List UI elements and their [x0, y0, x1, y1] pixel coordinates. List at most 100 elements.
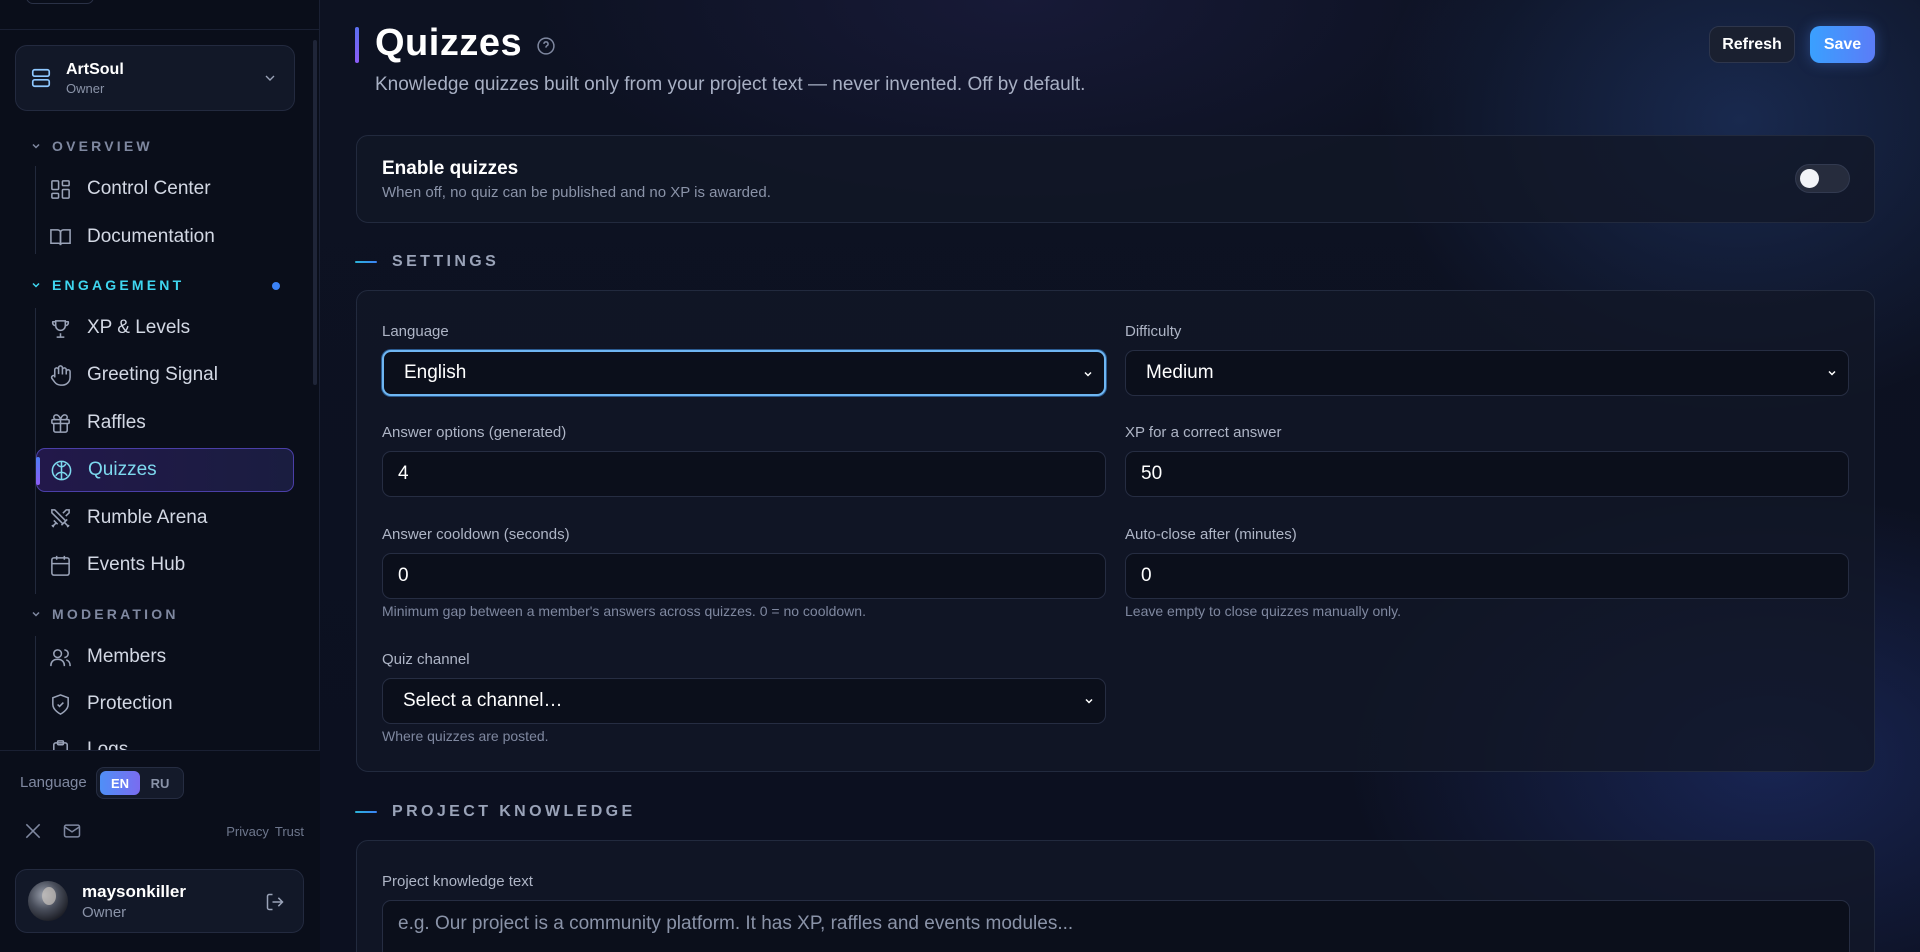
section-title: MODERATION	[52, 606, 179, 622]
page-title: Quizzes	[375, 22, 523, 64]
x-twitter-icon[interactable]	[23, 821, 43, 841]
sidebar-item-raffles[interactable]: Raffles	[36, 401, 294, 445]
knowledge-textarea[interactable]: e.g. Our project is a community platform…	[382, 900, 1850, 952]
sidebar-scrollbar[interactable]	[313, 40, 317, 385]
sidebar-item-label: Logs	[87, 739, 129, 750]
trust-link[interactable]: Trust	[275, 824, 304, 839]
sidebar-item-label: Rumble Arena	[87, 507, 208, 528]
workspace-switcher[interactable]: ArtSoul Owner	[15, 45, 295, 111]
section-header-moderation[interactable]: MODERATION	[30, 604, 179, 624]
section-title: ENGAGEMENT	[52, 277, 185, 293]
language-label: Language	[20, 774, 87, 791]
book-icon	[50, 228, 71, 245]
hand-wave-icon	[50, 364, 71, 386]
sidebar-item-members[interactable]: Members	[36, 635, 294, 679]
chevron-down-icon	[265, 75, 275, 81]
privacy-link[interactable]: Privacy	[226, 824, 269, 839]
logout-icon[interactable]	[265, 892, 285, 912]
user-name: maysonkiller	[82, 881, 186, 901]
quiz-channel-label: Quiz channel	[382, 651, 470, 668]
difficulty-select[interactable]: Medium	[1125, 350, 1849, 396]
users-icon	[50, 648, 71, 666]
autoclose-label: Auto-close after (minutes)	[1125, 526, 1297, 543]
knowledge-placeholder: e.g. Our project is a community platform…	[398, 913, 1074, 934]
crossed-swords-icon	[51, 508, 70, 528]
xp-correct-input[interactable]: 50	[1125, 451, 1849, 497]
shield-check-icon	[52, 693, 69, 715]
user-card: maysonkiller Owner	[15, 869, 304, 933]
refresh-button[interactable]: Refresh	[1709, 26, 1795, 63]
sidebar-item-protection[interactable]: Protection	[36, 682, 294, 726]
sidebar-item-label: Protection	[87, 693, 173, 714]
section-header-overview[interactable]: OVERVIEW	[30, 136, 153, 156]
sidebar-item-rumble-arena[interactable]: Rumble Arena	[36, 496, 294, 540]
answer-options-label: Answer options (generated)	[382, 424, 567, 441]
chevron-down-icon	[1084, 371, 1092, 377]
help-circle-icon[interactable]	[536, 36, 556, 56]
title-accent-bar	[355, 27, 359, 63]
answer-options-value: 4	[398, 463, 409, 484]
calendar-icon	[51, 555, 70, 576]
settings-section-header: SETTINGS	[355, 252, 499, 272]
main-content: Quizzes Knowledge quizzes built only fro…	[320, 0, 1920, 952]
enable-title: Enable quizzes	[382, 158, 519, 179]
clipboard-icon	[53, 739, 68, 750]
sidebar-item-documentation[interactable]: Documentation	[36, 215, 294, 259]
enable-quizzes-card: Enable quizzes When off, no quiz can be …	[356, 135, 1875, 223]
sidebar-item-xp-levels[interactable]: XP & Levels	[36, 306, 294, 350]
sidebar-item-label: Quizzes	[88, 459, 157, 480]
avatar	[28, 881, 68, 921]
xp-correct-label: XP for a correct answer	[1125, 424, 1282, 441]
enable-description: When off, no quiz can be published and n…	[382, 184, 771, 201]
difficulty-select-value: Medium	[1146, 362, 1214, 383]
top-logo-stub	[26, 0, 94, 4]
difficulty-label: Difficulty	[1125, 323, 1182, 340]
cooldown-input[interactable]: 0	[382, 553, 1106, 599]
language-option-ru[interactable]: RU	[140, 771, 180, 795]
sidebar-item-label: Events Hub	[87, 554, 186, 575]
chevron-down-icon	[1085, 698, 1093, 704]
chevron-down-icon	[32, 611, 40, 617]
mail-icon[interactable]	[62, 821, 82, 841]
sidebar-item-control-center[interactable]: Control Center	[36, 167, 294, 211]
sidebar-item-label: XP & Levels	[87, 317, 191, 338]
brain-icon	[51, 460, 72, 480]
enable-quizzes-toggle[interactable]	[1795, 164, 1850, 193]
section-header-engagement[interactable]: ENGAGEMENT	[30, 275, 184, 295]
knowledge-section-header: PROJECT KNOWLEDGE	[355, 802, 636, 822]
save-button[interactable]: Save	[1810, 26, 1875, 63]
active-section-dot	[272, 282, 280, 290]
language-label: Language	[382, 323, 449, 340]
language-switch[interactable]: EN RU	[96, 767, 184, 799]
sidebar-item-logs[interactable]: Logs	[36, 728, 294, 750]
knowledge-label: Project knowledge text	[382, 873, 533, 890]
xp-correct-value: 50	[1141, 463, 1163, 484]
sidebar-item-events-hub[interactable]: Events Hub	[36, 543, 294, 587]
sidebar-item-label: Raffles	[87, 412, 146, 433]
quiz-channel-value: Select a channel…	[403, 690, 563, 711]
chevron-down-icon	[32, 143, 40, 149]
sidebar-item-label: Documentation	[87, 226, 215, 247]
server-icon	[31, 68, 51, 88]
language-select[interactable]: English	[382, 350, 1106, 396]
sidebar-item-greeting-signal[interactable]: Greeting Signal	[36, 353, 294, 397]
sidebar-item-quizzes[interactable]: Quizzes	[36, 448, 294, 492]
footer-links: Privacy Trust	[226, 824, 304, 839]
page-subtitle: Knowledge quizzes built only from your p…	[375, 74, 1086, 95]
workspace-role: Owner	[66, 80, 105, 96]
language-option-en[interactable]: EN	[100, 771, 140, 795]
dashboard-icon	[51, 179, 70, 199]
user-role: Owner	[82, 903, 127, 921]
quiz-channel-select[interactable]: Select a channel…	[382, 678, 1106, 724]
sidebar-footer: Language EN RU Privacy Trust maysonkille…	[0, 750, 320, 952]
nav-scroll-area[interactable]: OVERVIEW Control Center Documentation EN…	[0, 130, 318, 750]
chevron-down-icon	[1828, 370, 1836, 376]
answer-options-input[interactable]: 4	[382, 451, 1106, 497]
section-title: OVERVIEW	[52, 138, 153, 154]
knowledge-card: Project knowledge text e.g. Our project …	[356, 840, 1875, 952]
divider	[0, 29, 320, 30]
gift-icon	[51, 413, 70, 433]
autoclose-input[interactable]: 0	[1125, 553, 1849, 599]
chevron-down-icon	[32, 282, 40, 288]
sidebar-item-label: Control Center	[87, 178, 211, 199]
